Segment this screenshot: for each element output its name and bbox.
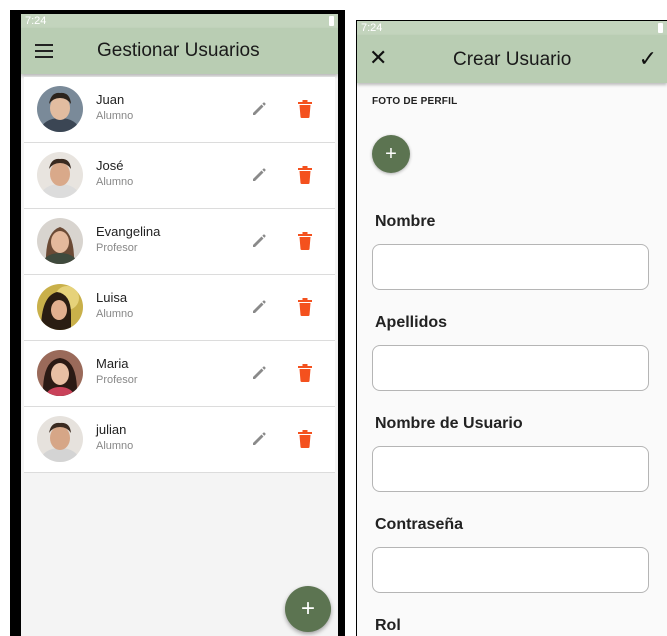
field-label-apellidos: Apellidos [375, 314, 448, 331]
user-name: Juan [96, 92, 125, 107]
user-name: Maria [96, 356, 129, 371]
list-item[interactable]: Evangelina Profesor [24, 209, 335, 275]
battery-icon [329, 16, 334, 26]
pencil-icon[interactable] [251, 431, 267, 447]
password-input[interactable] [372, 547, 649, 593]
user-name: Luisa [96, 290, 128, 305]
list-item[interactable]: José Alumno [24, 143, 335, 209]
username-input[interactable] [372, 446, 649, 492]
profile-photo-label: FOTO DE PERFIL [372, 96, 458, 107]
field-label-rol: Rol [375, 617, 401, 634]
phone-frame-left: 7:24 Gestionar Usuarios Juan Alumno José… [10, 10, 345, 636]
nombre-input[interactable] [372, 244, 649, 290]
trash-icon[interactable] [298, 166, 312, 184]
trash-icon[interactable] [298, 364, 312, 382]
user-name: Evangelina [96, 224, 161, 239]
user-role: Alumno [96, 110, 134, 122]
avatar [37, 416, 83, 462]
trash-icon[interactable] [298, 100, 312, 118]
user-list: Juan Alumno José Alumno Evangelina Profe… [24, 77, 335, 473]
user-role: Alumno [96, 308, 134, 320]
hamburger-menu-icon[interactable] [35, 44, 53, 58]
avatar [37, 86, 83, 132]
page-title: Crear Usuario [453, 49, 572, 70]
phone-frame-right: 7:24 ✕ Crear Usuario ✓ FOTO DE PERFIL + … [356, 20, 667, 636]
user-role: Profesor [96, 242, 138, 254]
status-bar: 7:24 [357, 21, 667, 35]
create-user-screen: 7:24 ✕ Crear Usuario ✓ FOTO DE PERFIL + … [357, 21, 667, 636]
list-item[interactable]: Juan Alumno [24, 77, 335, 143]
user-name: julian [96, 422, 127, 437]
field-label-usuario: Nombre de Usuario [375, 415, 523, 432]
avatar [37, 218, 83, 264]
list-item[interactable]: Luisa Alumno [24, 275, 335, 341]
user-name: José [96, 158, 124, 173]
trash-icon[interactable] [298, 232, 312, 250]
user-role: Profesor [96, 374, 138, 386]
trash-icon[interactable] [298, 430, 312, 448]
app-bar: Gestionar Usuarios [21, 28, 338, 74]
list-item[interactable]: Maria Profesor [24, 341, 335, 407]
manage-users-screen: 7:24 Gestionar Usuarios Juan Alumno José… [21, 14, 338, 636]
field-label-contrasena: Contraseña [375, 516, 464, 533]
trash-icon[interactable] [298, 298, 312, 316]
field-label-nombre: Nombre [375, 213, 436, 230]
status-time: 7:24 [25, 15, 47, 27]
avatar [37, 284, 83, 330]
avatar [37, 350, 83, 396]
user-role: Alumno [96, 176, 134, 188]
pencil-icon[interactable] [251, 101, 267, 117]
user-role: Alumno [96, 440, 134, 452]
page-title: Gestionar Usuarios [97, 40, 260, 61]
apellidos-input[interactable] [372, 345, 649, 391]
pencil-icon[interactable] [251, 299, 267, 315]
close-icon[interactable]: ✕ [369, 45, 387, 71]
battery-icon [658, 23, 663, 33]
status-time: 7:24 [361, 22, 383, 34]
list-item[interactable]: julian Alumno [24, 407, 335, 473]
status-bar: 7:24 [21, 14, 338, 28]
pencil-icon[interactable] [251, 167, 267, 183]
check-icon[interactable]: ✓ [639, 46, 657, 72]
app-bar: ✕ Crear Usuario ✓ [357, 35, 667, 83]
add-user-button[interactable]: + [285, 586, 331, 632]
add-photo-button[interactable]: + [372, 135, 410, 173]
pencil-icon[interactable] [251, 365, 267, 381]
pencil-icon[interactable] [251, 233, 267, 249]
avatar [37, 152, 83, 198]
